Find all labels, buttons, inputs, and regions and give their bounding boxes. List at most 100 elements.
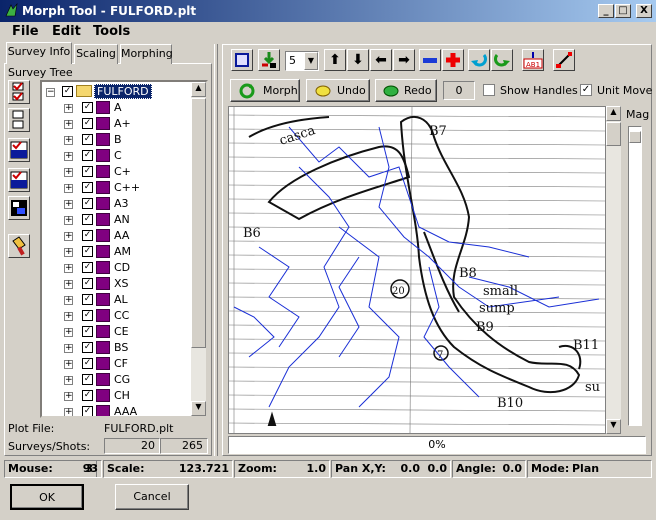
expand-icon[interactable]: + <box>64 408 73 416</box>
move-right-button[interactable]: ➡ <box>393 49 415 71</box>
item-checkbox[interactable]: ✓ <box>82 406 93 416</box>
item-checkbox[interactable]: ✓ <box>82 102 93 113</box>
tree-item[interactable]: + ✓ BS <box>42 340 192 356</box>
unit-move-checkbox[interactable]: ✓ <box>580 84 592 96</box>
expand-icon[interactable]: + <box>64 344 73 353</box>
expand-icon[interactable]: + <box>64 184 73 193</box>
expand-icon[interactable]: + <box>64 152 73 161</box>
tree-item[interactable]: + ✓ CE <box>42 324 192 340</box>
scroll-thumb[interactable] <box>191 98 206 348</box>
survey-tree[interactable]: − ✓ FULFORD + ✓ A + ✓ A+ + ✓ B + ✓ C + ✓ C+ + ✓ C++ + ✓ A3 + ✓… <box>40 80 208 418</box>
undo-button[interactable]: Undo <box>306 79 370 102</box>
tree-item[interactable]: + ✓ A3 <box>42 196 192 212</box>
menu-file[interactable]: File <box>12 24 39 39</box>
tree-item[interactable]: + ✓ AAA <box>42 404 192 416</box>
tab-survey-info[interactable]: Survey Info <box>6 42 72 64</box>
select-tool-button[interactable] <box>231 49 253 71</box>
expand-icon[interactable]: + <box>64 232 73 241</box>
tree-item[interactable]: + ✓ C+ <box>42 164 192 180</box>
tree-item[interactable]: + ✓ AA <box>42 228 192 244</box>
tree-item[interactable]: + ✓ CC <box>42 308 192 324</box>
mag-slider-thumb[interactable] <box>629 131 641 143</box>
expand-icon[interactable]: + <box>64 360 73 369</box>
move-up-button[interactable]: ⬆ <box>324 49 346 71</box>
expand-icon[interactable]: + <box>64 328 73 337</box>
item-checkbox[interactable]: ✓ <box>82 150 93 161</box>
menu-tools[interactable]: Tools <box>93 24 130 39</box>
tab-scaling[interactable]: Scaling <box>74 44 118 64</box>
black-background-button[interactable] <box>8 196 30 220</box>
item-checkbox[interactable]: ✓ <box>82 134 93 145</box>
item-checkbox[interactable]: ✓ <box>82 198 93 209</box>
item-checkbox[interactable]: ✓ <box>82 294 93 305</box>
cancel-button[interactable]: Cancel <box>115 484 189 510</box>
uncheck-all-button[interactable] <box>8 108 30 132</box>
tree-item[interactable]: + ✓ CG <box>42 372 192 388</box>
close-button[interactable]: X <box>636 4 652 18</box>
tree-item[interactable]: + ✓ B <box>42 132 192 148</box>
item-checkbox[interactable]: ✓ <box>82 374 93 385</box>
item-checkbox[interactable]: ✓ <box>82 310 93 321</box>
tree-item[interactable]: + ✓ AL <box>42 292 192 308</box>
ok-button[interactable]: OK <box>10 484 84 510</box>
rotate-left-button[interactable] <box>468 49 490 71</box>
item-checkbox[interactable]: ✓ <box>82 166 93 177</box>
item-checkbox[interactable]: ✓ <box>82 262 93 273</box>
expand-icon[interactable]: + <box>64 392 73 401</box>
move-down-button[interactable]: ⬇ <box>347 49 369 71</box>
canvas-scroll-up[interactable]: ▲ <box>606 106 621 121</box>
import-button[interactable] <box>258 49 280 71</box>
tree-item[interactable]: + ✓ A+ <box>42 116 192 132</box>
expand-icon[interactable]: + <box>64 264 73 273</box>
expand-icon[interactable]: + <box>64 296 73 305</box>
canvas-scroll-thumb[interactable] <box>606 122 621 146</box>
zoom-in-button[interactable] <box>442 49 464 71</box>
canvas-scroll-down[interactable]: ▼ <box>606 419 621 434</box>
chevron-down-icon[interactable]: ▼ <box>304 52 318 70</box>
expand-icon[interactable]: + <box>64 104 73 113</box>
expand-icon[interactable]: + <box>64 280 73 289</box>
draw-line-button[interactable] <box>553 49 575 71</box>
tree-item[interactable]: + ✓ CF <box>42 356 192 372</box>
zoom-out-button[interactable] <box>419 49 441 71</box>
tree-item[interactable]: + ✓ CD <box>42 260 192 276</box>
item-checkbox[interactable]: ✓ <box>82 278 93 289</box>
mag-slider[interactable] <box>628 126 642 426</box>
expand-icon[interactable]: + <box>64 376 73 385</box>
tree-item[interactable]: + ✓ AM <box>42 244 192 260</box>
expand-icon[interactable]: + <box>64 248 73 257</box>
collapse-icon[interactable]: − <box>46 88 55 97</box>
count-select[interactable]: 5 ▼ <box>285 51 319 71</box>
expand-icon[interactable]: + <box>64 136 73 145</box>
item-checkbox[interactable]: ✓ <box>82 390 93 401</box>
redo-button[interactable]: Redo <box>375 79 437 102</box>
tree-root[interactable]: − ✓ FULFORD <box>42 84 192 100</box>
station-labels-button[interactable]: AB1 <box>522 49 544 71</box>
scroll-up-arrow[interactable]: ▲ <box>191 82 206 97</box>
invert-selection-button[interactable] <box>8 168 30 192</box>
item-checkbox[interactable]: ✓ <box>82 182 93 193</box>
tab-morphing[interactable]: Morphing <box>120 44 173 64</box>
item-checkbox[interactable]: ✓ <box>82 358 93 369</box>
item-checkbox[interactable]: ✓ <box>82 214 93 225</box>
item-checkbox[interactable]: ✓ <box>82 342 93 353</box>
root-checkbox[interactable]: ✓ <box>62 86 73 97</box>
splitter[interactable] <box>214 44 218 456</box>
item-checkbox[interactable]: ✓ <box>82 326 93 337</box>
menu-edit[interactable]: Edit <box>52 24 81 39</box>
scroll-down-arrow[interactable]: ▼ <box>191 401 206 416</box>
minimize-button[interactable]: _ <box>598 4 614 18</box>
tree-item[interactable]: + ✓ CH <box>42 388 192 404</box>
tree-item[interactable]: + ✓ AN <box>42 212 192 228</box>
maximize-button[interactable]: □ <box>615 4 631 18</box>
item-checkbox[interactable]: ✓ <box>82 118 93 129</box>
select-color-button[interactable] <box>8 138 30 162</box>
rotate-right-button[interactable] <box>491 49 513 71</box>
canvas-scrollbar[interactable]: ▲ ▼ <box>606 106 621 434</box>
highlight-button[interactable] <box>8 234 30 258</box>
move-left-button[interactable]: ⬅ <box>370 49 392 71</box>
tree-item[interactable]: + ✓ XS <box>42 276 192 292</box>
expand-icon[interactable]: + <box>64 200 73 209</box>
tree-item[interactable]: + ✓ A <box>42 100 192 116</box>
tree-item[interactable]: + ✓ C++ <box>42 180 192 196</box>
